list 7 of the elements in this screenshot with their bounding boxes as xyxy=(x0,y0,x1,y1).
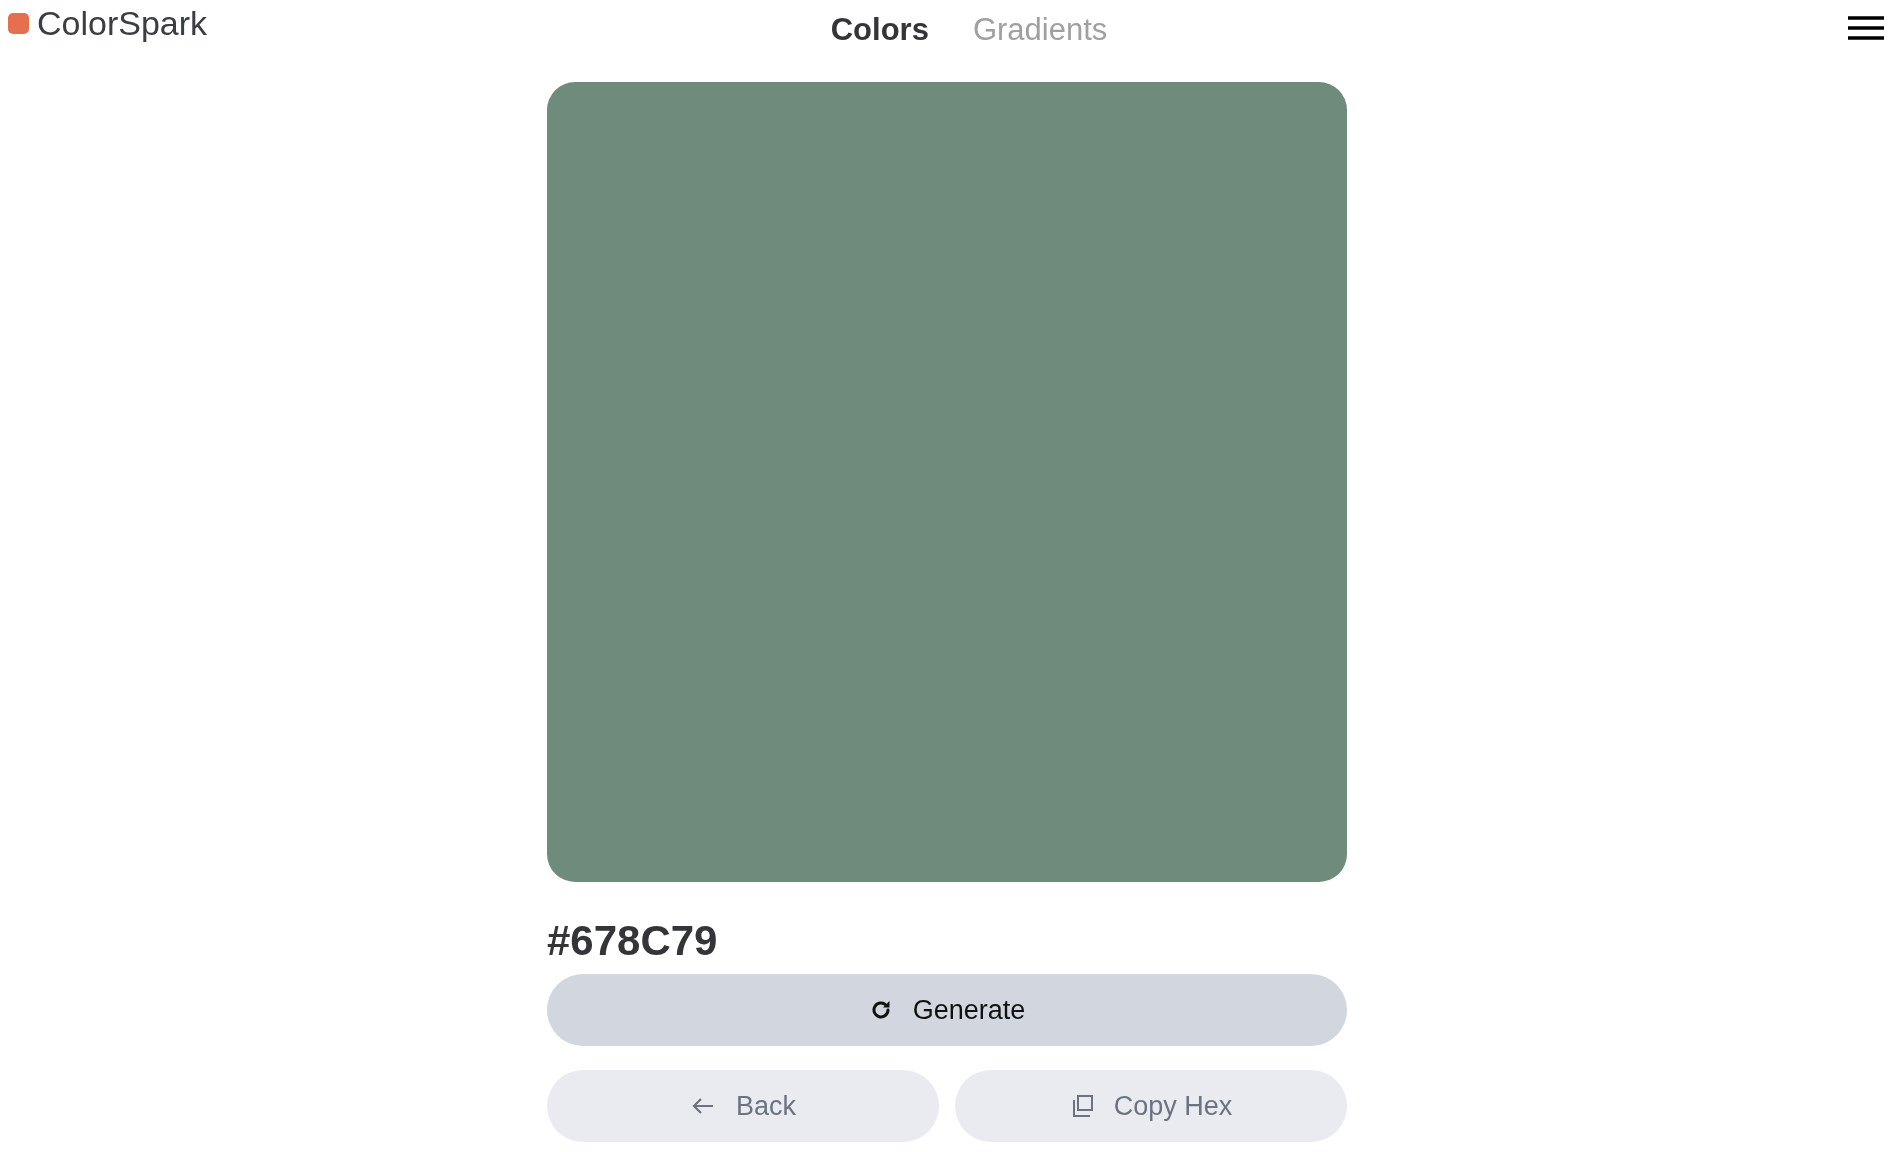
nav-tab[interactable]: Colors xyxy=(830,12,929,48)
hex-code: #678C79 xyxy=(547,916,719,966)
back-button[interactable]: Back xyxy=(547,1070,939,1142)
generate-button[interactable]: Generate xyxy=(547,974,1347,1046)
menu-icon[interactable] xyxy=(1848,16,1884,40)
brand-name[interactable]: ColorSpark xyxy=(37,4,208,43)
copy-button[interactable]: Copy Hex xyxy=(955,1070,1347,1142)
